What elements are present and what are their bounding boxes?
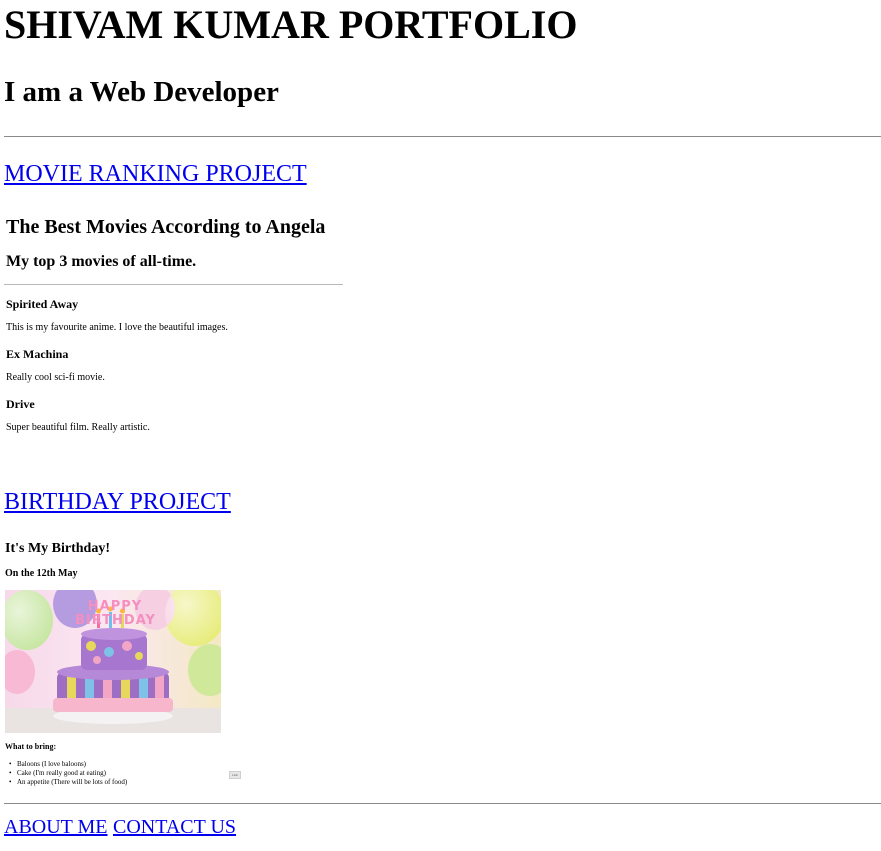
list-item: An appetite (There will be lots of food) (8, 778, 127, 787)
birthday-heading: It's My Birthday! (5, 541, 110, 556)
movie-title: Spirited Away (6, 297, 79, 311)
birthday-cake-image: HAPPY BIRTHDAY (5, 590, 221, 733)
bring-heading: What to bring: (5, 742, 57, 751)
movie-description: Really cool sci-fi movie. (6, 372, 105, 383)
birthday-date: On the 12th May (5, 568, 78, 579)
divider (4, 284, 343, 285)
movie-description: This is my favourite anime. I love the b… (6, 322, 228, 333)
list-item: Baloons (I love baloons) (8, 760, 127, 769)
movie-description: Super beautiful film. Really artistic. (6, 422, 150, 433)
movie-page-subheading: My top 3 movies of all-time. (6, 253, 197, 270)
movie-ranking-project-link[interactable]: MOVIE RANKING PROJECT (4, 160, 307, 188)
bring-list: Baloons (I love baloons) Cake (I'm reall… (8, 760, 127, 787)
contact-us-link[interactable]: CONTACT US (113, 815, 236, 839)
page-subtitle: I am a Web Developer (4, 76, 279, 108)
page-title: SHIVAM KUMAR PORTFOLIO (4, 2, 578, 47)
movie-title: Drive (6, 397, 35, 411)
divider (4, 803, 881, 804)
about-me-link[interactable]: ABOUT ME (4, 815, 108, 839)
birthday-project-link[interactable]: BIRTHDAY PROJECT (4, 488, 231, 516)
divider (4, 136, 881, 137)
list-item: Cake (I'm really good at eating) (8, 769, 127, 778)
movie-title: Ex Machina (6, 347, 69, 361)
birthday-preview: It's My Birthday! On the 12th May HAPPY … (4, 538, 244, 793)
movie-page-heading: The Best Movies According to Angela (6, 216, 326, 238)
movie-ranking-preview: The Best Movies According to Angela My t… (4, 212, 344, 462)
small-link-button[interactable]: Link (229, 771, 241, 779)
cake-topper-text: HAPPY BIRTHDAY (75, 599, 156, 628)
